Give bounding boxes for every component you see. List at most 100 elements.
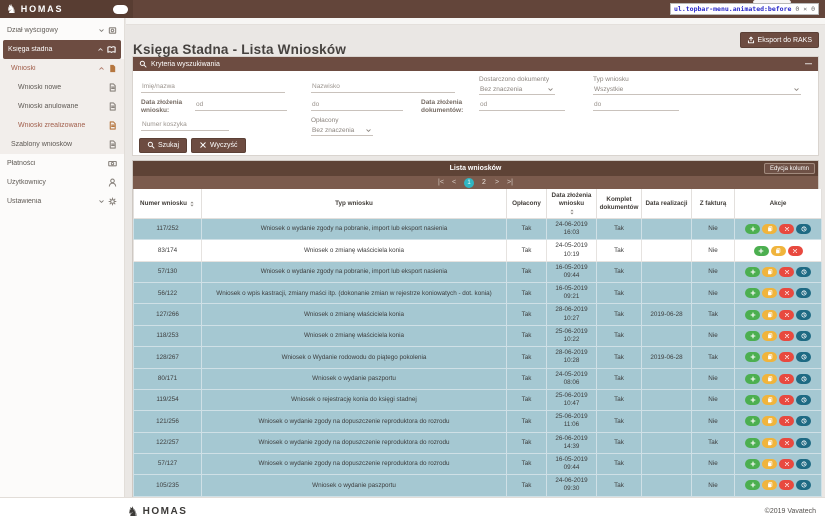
action-cancel-icon[interactable] xyxy=(779,224,794,235)
action-copy-icon[interactable] xyxy=(762,373,777,384)
data-dokumentow-do-input[interactable] xyxy=(593,99,679,111)
action-history-icon[interactable] xyxy=(796,224,811,235)
action-plus-icon[interactable] xyxy=(745,266,760,277)
action-history-icon[interactable] xyxy=(796,266,811,277)
action-history-icon[interactable] xyxy=(796,309,811,320)
action-cancel-icon[interactable] xyxy=(779,459,794,470)
action-history-icon[interactable] xyxy=(796,459,811,470)
page-1-button[interactable]: 1 xyxy=(464,177,474,188)
action-copy-icon[interactable] xyxy=(762,224,777,235)
action-copy-icon[interactable] xyxy=(762,395,777,406)
action-cancel-icon[interactable] xyxy=(779,352,794,363)
cell-data-zlozenia: 16-05-2019 09:21 xyxy=(546,282,597,305)
sidebar-item-platnosci[interactable]: Płatności xyxy=(0,154,124,173)
action-plus-icon[interactable] xyxy=(745,480,760,491)
sidebar-item-wnioski-nowe[interactable]: Wnioski nowe xyxy=(0,78,124,97)
page-2-button[interactable]: 2 xyxy=(481,178,487,188)
action-plus-icon[interactable] xyxy=(745,224,760,235)
typ-wniosku-select[interactable]: Wszystkie xyxy=(593,83,801,95)
edit-columns-button[interactable]: Edycja kolumn xyxy=(763,163,815,174)
search-panel-header[interactable]: Kryteria wyszukiwania — xyxy=(133,57,818,71)
action-plus-icon[interactable] xyxy=(753,245,769,256)
action-copy-icon[interactable] xyxy=(762,309,777,320)
action-cancel-icon[interactable] xyxy=(779,480,794,491)
page-last-button[interactable]: >| xyxy=(507,178,513,188)
column-header-numer-wniosku[interactable]: Numer wniosku xyxy=(133,189,202,220)
page-first-button[interactable]: |< xyxy=(438,178,444,188)
action-history-icon[interactable] xyxy=(796,395,811,406)
action-plus-icon[interactable] xyxy=(745,352,760,363)
cell-numer-wniosku: 121/256 xyxy=(133,410,202,433)
cell-z-faktura: Tak xyxy=(691,346,735,369)
action-plus-icon[interactable] xyxy=(745,373,760,384)
cell-typ-wniosku: Wniosek o zmianę właściciela konia xyxy=(201,303,507,326)
data-wniosku-od-input[interactable] xyxy=(195,99,287,111)
action-history-icon[interactable] xyxy=(796,352,811,363)
action-cancel-icon[interactable] xyxy=(779,266,794,277)
menu-toggle-icon[interactable] xyxy=(113,4,128,14)
sidebar-item-ksiega-stadna[interactable]: Księga stadna xyxy=(3,40,121,59)
action-cancel-icon[interactable] xyxy=(779,330,794,341)
action-copy-icon[interactable] xyxy=(762,352,777,363)
sidebar-item-szablony-wnioskow[interactable]: Szablony wniosków xyxy=(0,135,124,154)
action-copy-icon[interactable] xyxy=(770,245,786,256)
action-plus-icon[interactable] xyxy=(745,395,760,406)
szukaj-button[interactable]: Szukaj xyxy=(139,138,188,153)
action-history-icon[interactable] xyxy=(796,330,811,341)
nazwisko-input[interactable] xyxy=(311,81,455,93)
data-wniosku-do-input[interactable] xyxy=(311,99,403,111)
sort-icon[interactable] xyxy=(189,201,195,207)
action-plus-icon[interactable] xyxy=(745,288,760,299)
action-plus-icon[interactable] xyxy=(745,309,760,320)
data-dokumentow-od-input[interactable] xyxy=(479,99,565,111)
action-copy-icon[interactable] xyxy=(762,288,777,299)
action-copy-icon[interactable] xyxy=(762,437,777,448)
action-plus-icon[interactable] xyxy=(745,437,760,448)
cell-data-realizacji xyxy=(641,410,692,433)
cell-typ-wniosku: Wniosek o Wydanie rodowodu do piątego po… xyxy=(201,346,507,369)
action-cancel-icon[interactable] xyxy=(787,245,803,256)
column-header-data-złożenia-wniosku[interactable]: Data złożenia wniosku xyxy=(546,189,597,220)
action-history-icon[interactable] xyxy=(796,288,811,299)
oplacony-select[interactable]: Bez znaczenia xyxy=(311,124,373,136)
action-history-icon[interactable] xyxy=(796,480,811,491)
sidebar-item-label: Ustawienia xyxy=(7,198,42,205)
action-cancel-icon[interactable] xyxy=(779,309,794,320)
column-header-data-realizacji: Data realizacji xyxy=(641,189,692,220)
action-cancel-icon[interactable] xyxy=(779,288,794,299)
chevron-up-icon xyxy=(97,46,104,53)
export-raks-button[interactable]: Eksport do RAKS xyxy=(739,32,819,48)
sidebar-item-ustawienia[interactable]: Ustawienia xyxy=(0,192,124,211)
action-history-icon[interactable] xyxy=(796,416,811,427)
page-next-button[interactable]: > xyxy=(494,178,500,188)
sort-icon[interactable] xyxy=(569,209,575,215)
action-cancel-icon[interactable] xyxy=(779,416,794,427)
cell-oplacony: Tak xyxy=(506,410,547,433)
action-history-icon[interactable] xyxy=(796,373,811,384)
action-copy-icon[interactable] xyxy=(762,480,777,491)
page-prev-button[interactable]: < xyxy=(451,178,457,188)
action-history-icon[interactable] xyxy=(796,437,811,448)
sidebar-item-dzial-wyscigowy[interactable]: Dział wyścigowy xyxy=(0,21,124,40)
numer-koszyka-input[interactable] xyxy=(141,119,229,131)
collapse-panel-icon[interactable]: — xyxy=(805,61,812,68)
action-cancel-icon[interactable] xyxy=(779,437,794,448)
cell-z-faktura: Nie xyxy=(691,324,735,348)
action-copy-icon[interactable] xyxy=(762,416,777,427)
imie-nazwa-input[interactable] xyxy=(141,81,285,93)
action-plus-icon[interactable] xyxy=(745,416,760,427)
action-cancel-icon[interactable] xyxy=(779,373,794,384)
sidebar-item-wnioski-zrealizowane[interactable]: Wnioski zrealizowane xyxy=(0,116,124,135)
action-copy-icon[interactable] xyxy=(762,330,777,341)
action-cancel-icon[interactable] xyxy=(779,395,794,406)
cell-typ-wniosku: Wniosek o wydanie zgody na dopuszczenie … xyxy=(201,410,507,433)
sidebar-item-uzytkownicy[interactable]: Użytkownicy xyxy=(0,173,124,192)
action-copy-icon[interactable] xyxy=(762,459,777,470)
action-plus-icon[interactable] xyxy=(745,330,760,341)
action-plus-icon[interactable] xyxy=(745,459,760,470)
dostarczono-select[interactable]: Bez znaczenia xyxy=(479,83,555,95)
sidebar-item-wnioski[interactable]: Wnioski xyxy=(0,59,124,78)
action-copy-icon[interactable] xyxy=(762,266,777,277)
sidebar-item-wnioski-anulowane[interactable]: Wnioski anulowane xyxy=(0,97,124,116)
wyczysc-button[interactable]: Wyczyść xyxy=(191,138,246,153)
